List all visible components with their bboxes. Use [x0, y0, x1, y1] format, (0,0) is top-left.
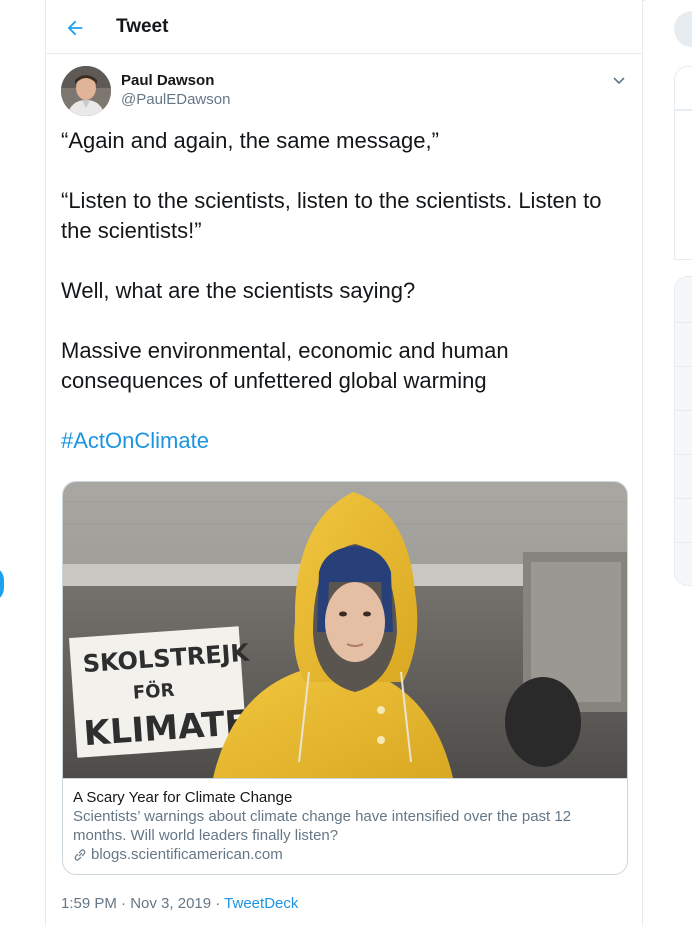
- link-preview-card[interactable]: SKOLSTREJK FÖR KLIMATET A Scary Year for: [62, 481, 628, 875]
- page-header: Tweet: [46, 0, 642, 54]
- tweet-text: “Again and again, the same message,” “Li…: [61, 126, 627, 486]
- search-input[interactable]: [674, 11, 692, 47]
- sidebar-panel: [674, 110, 692, 260]
- avatar[interactable]: [61, 66, 111, 116]
- divider: [674, 454, 692, 455]
- divider: [674, 498, 692, 499]
- right-sidebar: [644, 0, 692, 926]
- tweet-source-link[interactable]: TweetDeck: [224, 895, 298, 912]
- card-image[interactable]: SKOLSTREJK FÖR KLIMATET: [63, 482, 627, 778]
- tweet-meta: 1:59 PM · Nov 3, 2019 · TweetDeck: [61, 895, 298, 912]
- svg-text:FÖR: FÖR: [132, 679, 175, 704]
- back-button[interactable]: [60, 13, 90, 43]
- hashtag-link[interactable]: #ActOnClimate: [61, 426, 627, 456]
- card-domain-text: blogs.scientificamerican.com: [91, 846, 283, 863]
- tweet-time[interactable]: 1:59 PM: [61, 895, 117, 912]
- card-title: A Scary Year for Climate Change: [73, 789, 293, 806]
- divider: [674, 410, 692, 411]
- tweet-line: “Again and again, the same message,”: [61, 128, 439, 153]
- tweet-line: Well, what are the scientists saying?: [61, 278, 416, 303]
- tweet-author: Paul Dawson @PaulEDawson: [61, 66, 627, 118]
- main-column: Tweet Paul Dawson @PaulEDawson “Again an…: [45, 0, 643, 926]
- link-icon: [73, 848, 87, 862]
- meta-separator: ·: [116, 895, 131, 912]
- card-description: Scientists’ warnings about climate chang…: [73, 808, 572, 844]
- divider: [674, 542, 692, 543]
- page-title: Tweet: [116, 16, 169, 37]
- divider: [674, 322, 692, 323]
- arrow-left-icon: [67, 20, 83, 36]
- compose-tweet-button[interactable]: [0, 566, 4, 602]
- divider: [674, 366, 692, 367]
- tweet-date[interactable]: Nov 3, 2019: [130, 895, 211, 912]
- more-options-button[interactable]: [611, 72, 627, 88]
- author-handle[interactable]: @PaulEDawson: [121, 91, 230, 108]
- meta-separator: ·: [211, 895, 225, 912]
- author-name[interactable]: Paul Dawson: [121, 72, 214, 89]
- chevron-down-icon: [613, 77, 625, 85]
- card-body[interactable]: A Scary Year for Climate Change Scientis…: [63, 778, 627, 874]
- sidebar-panel: [674, 66, 692, 110]
- left-sidebar: [0, 0, 45, 926]
- tweet-line: Massive environmental, economic and huma…: [61, 338, 509, 393]
- card-domain: blogs.scientificamerican.com: [73, 845, 619, 865]
- tweet-line: “Listen to the scientists, listen to the…: [61, 188, 602, 243]
